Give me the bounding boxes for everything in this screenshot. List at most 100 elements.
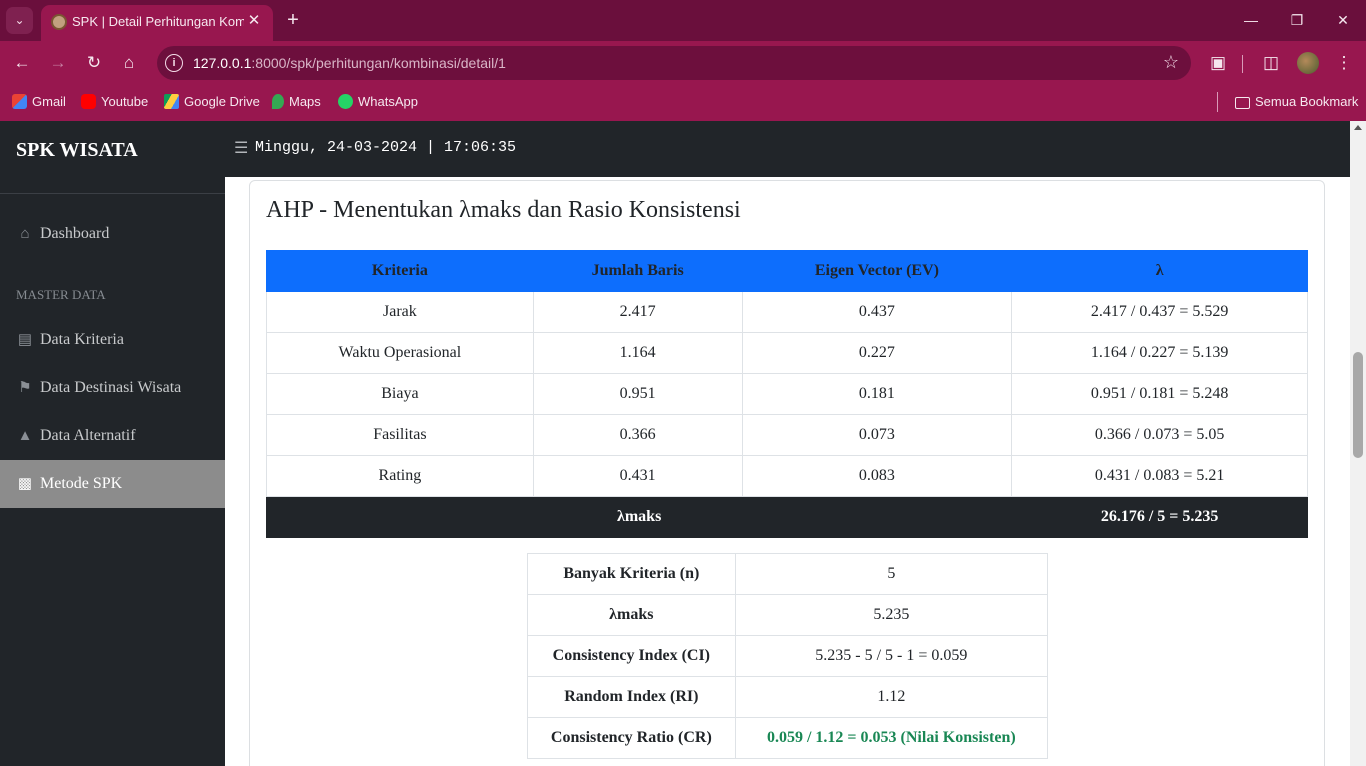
extensions-icon[interactable]: ▣ (1205, 50, 1231, 76)
table-cell: 0.181 (741, 373, 1013, 415)
bookmark-google-drive[interactable]: Google Drive (164, 94, 260, 109)
column-header: Jumlah Baris (532, 250, 743, 292)
browser-tab-active[interactable]: SPK | Detail Perhitungan Kombinasi ✕ (41, 5, 273, 41)
google-drive-icon (164, 94, 179, 109)
table-cell: 2.417 (532, 291, 743, 333)
lambda-table: Kriteria Jumlah Baris Eigen Vector (EV) … (265, 250, 1308, 538)
table-cell: 0.437 (741, 291, 1013, 333)
row-value: 1.12 (734, 676, 1049, 718)
table-cell: 0.083 (741, 455, 1013, 497)
column-header: Eigen Vector (EV) (741, 250, 1013, 292)
folder-icon (1235, 97, 1250, 109)
bookmark-whatsapp[interactable]: WhatsApp (338, 94, 418, 109)
address-bar[interactable]: i 127.0.0.1:8000/spk/perhitungan/kombina… (157, 46, 1191, 80)
sidebar-item-label: Metode SPK (40, 475, 123, 492)
sidebar-item-label: Data Kriteria (40, 331, 124, 348)
back-icon[interactable]: ← (9, 50, 35, 76)
sidebar-item-label: Data Destinasi Wisata (40, 379, 182, 396)
side-panel-icon[interactable]: ◫ (1258, 50, 1284, 76)
table-row: Banyak Kriteria (n) 5 (527, 553, 1049, 595)
table-cell: 2.417 / 0.437 = 5.529 (1011, 291, 1308, 333)
forward-icon[interactable]: → (45, 50, 71, 76)
table-cell: 0.366 / 0.073 = 5.05 (1011, 414, 1308, 456)
tab-favicon-icon (51, 14, 67, 30)
table-cell: 0.366 (532, 414, 743, 456)
browser-tab-bar: ⌄ SPK | Detail Perhitungan Kombinasi ✕ +… (0, 0, 1366, 41)
window-close-icon[interactable]: ✕ (1328, 8, 1358, 32)
sidebar-item-data-kriteria[interactable]: ▤ Data Kriteria (0, 316, 225, 364)
column-header: λ (1011, 250, 1308, 292)
site-info-icon[interactable]: i (165, 54, 183, 72)
table-cell: Jarak (266, 291, 534, 333)
sidebar-section-heading: MASTER DATA (16, 287, 106, 302)
table-cell: Biaya (266, 373, 534, 415)
table-row: Waktu Operasional 1.164 0.227 1.164 / 0.… (266, 332, 1308, 374)
table-cell: 0.951 / 0.181 = 5.248 (1011, 373, 1308, 415)
reload-icon[interactable]: ↻ (81, 50, 107, 76)
home-icon[interactable]: ⌂ (116, 50, 142, 76)
bookmark-youtube[interactable]: Youtube (81, 94, 148, 109)
scroll-up-arrow-icon[interactable] (1354, 125, 1362, 130)
cubes-icon: ▲ (17, 428, 33, 444)
sidebar-item-label: Dashboard (40, 225, 110, 242)
gmail-icon (12, 94, 27, 109)
table-row: Rating 0.431 0.083 0.431 / 0.083 = 5.21 (266, 455, 1308, 497)
restore-icon[interactable]: ❐ (1282, 8, 1312, 32)
table-row: Jarak 2.417 0.437 2.417 / 0.437 = 5.529 (266, 291, 1308, 333)
new-tab-icon[interactable]: + (281, 8, 305, 32)
table-cell: 0.227 (741, 332, 1013, 374)
row-label: λmaks (527, 594, 736, 636)
table-cell: Rating (266, 455, 534, 497)
maps-icon (272, 94, 284, 109)
list-icon: ▤ (17, 332, 33, 348)
youtube-icon (81, 94, 96, 109)
scrollbar-thumb[interactable] (1353, 352, 1363, 458)
app-topbar: ☰ Minggu, 24-03-2024 | 17:06:35 (225, 121, 1350, 177)
browser-toolbar: ← → ↻ ⌂ i 127.0.0.1:8000/spk/perhitungan… (0, 41, 1366, 85)
column-header: Kriteria (266, 250, 534, 292)
sidebar-item-metode-spk[interactable]: ▩ Metode SPK (0, 460, 225, 508)
sidebar-item-dashboard[interactable]: ⌂ Dashboard (0, 210, 225, 258)
row-label: Banyak Kriteria (n) (527, 553, 736, 595)
row-label: Random Index (RI) (527, 676, 736, 718)
consistency-table: Banyak Kriteria (n) 5 λmaks 5.235 Consis… (527, 553, 1049, 759)
tab-search-chevron-icon[interactable]: ⌄ (6, 7, 33, 34)
table-cell: 1.164 (532, 332, 743, 374)
bookmark-star-icon[interactable]: ☆ (1163, 52, 1179, 73)
address-url[interactable]: 127.0.0.1:8000/spk/perhitungan/kombinasi… (193, 55, 506, 71)
table-cell: Waktu Operasional (266, 332, 534, 374)
profile-avatar[interactable] (1297, 52, 1319, 74)
table-row: Biaya 0.951 0.181 0.951 / 0.181 = 5.248 (266, 373, 1308, 415)
sitemap-icon: ▩ (17, 476, 33, 492)
bookmarks-divider (1217, 92, 1218, 112)
table-cell: 1.164 / 0.227 = 5.139 (1011, 332, 1308, 374)
brand-title[interactable]: SPK WISATA (16, 139, 138, 162)
table-row: λmaks 5.235 (527, 594, 1049, 636)
row-value: 5.235 (734, 594, 1049, 636)
lambda-max-value: 26.176 / 5 = 5.235 (1011, 496, 1308, 538)
all-bookmarks[interactable]: Semua Bookmark (1235, 94, 1358, 109)
table-cell: 0.951 (532, 373, 743, 415)
bookmark-gmail[interactable]: Gmail (12, 94, 66, 109)
bookmarks-bar: Gmail Youtube Google Drive Maps WhatsApp… (0, 85, 1366, 121)
bookmark-maps[interactable]: Maps (272, 94, 321, 109)
tab-close-icon[interactable]: ✕ (244, 11, 264, 31)
sidebar-item-data-destinasi-wisata[interactable]: ⚑ Data Destinasi Wisata (0, 364, 225, 412)
sidebar-item-data-alternatif[interactable]: ▲ Data Alternatif (0, 412, 225, 460)
table-row: Random Index (RI) 1.12 (527, 676, 1049, 718)
menu-toggle-icon[interactable]: ☰ (234, 138, 248, 158)
row-label: Consistency Index (CI) (527, 635, 736, 677)
table-row: Consistency Ratio (CR) 0.059 / 1.12 = 0.… (527, 717, 1049, 759)
table-footer-row: λmaks 26.176 / 5 = 5.235 (265, 496, 1308, 538)
row-value: 5.235 - 5 / 5 - 1 = 0.059 (734, 635, 1049, 677)
row-value: 5 (734, 553, 1049, 595)
tab-title: SPK | Detail Perhitungan Kombinasi (72, 14, 244, 29)
table-header-row: Kriteria Jumlah Baris Eigen Vector (EV) … (266, 250, 1308, 292)
consistency-ratio-value: 0.059 / 1.12 = 0.053 (Nilai Konsisten) (734, 717, 1049, 759)
browser-menu-icon[interactable]: ⋮ (1331, 50, 1357, 76)
minimize-icon[interactable]: — (1236, 8, 1266, 32)
row-label: Consistency Ratio (CR) (527, 717, 736, 759)
sidebar-item-label: Data Alternatif (40, 427, 136, 444)
table-cell: 0.073 (741, 414, 1013, 456)
page-scrollbar[interactable] (1350, 121, 1366, 766)
